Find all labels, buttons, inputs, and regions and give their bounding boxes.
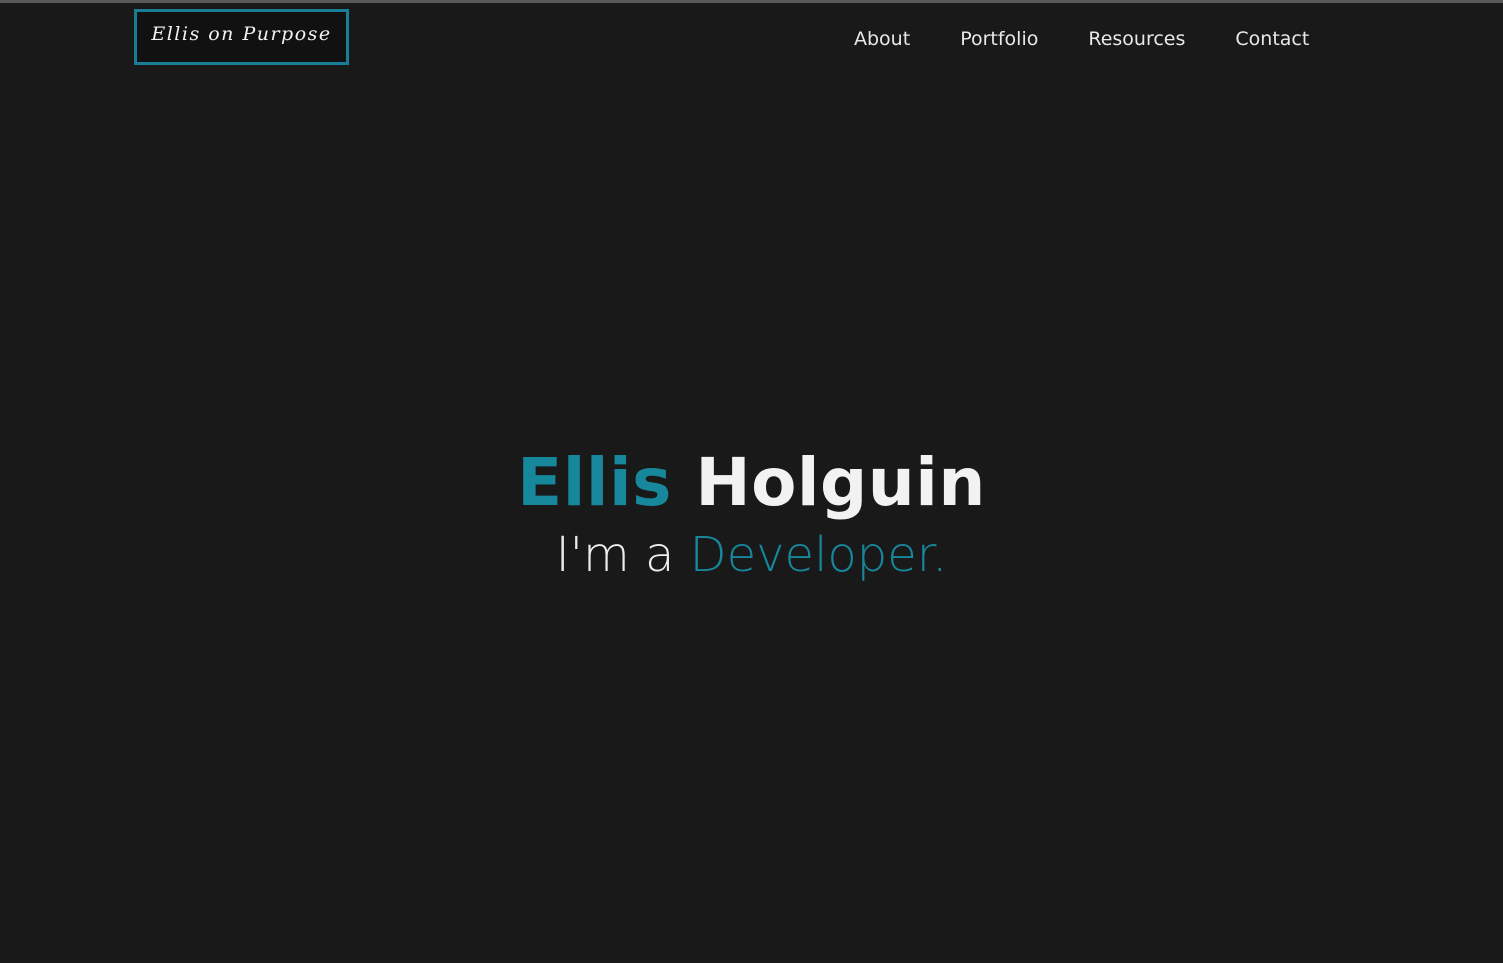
logo-text: Ellis on Purpose bbox=[151, 23, 332, 45]
hero-last-name: Holguin bbox=[695, 444, 986, 521]
navbar: Ellis on Purpose About Portfolio Resourc… bbox=[0, 3, 1503, 75]
nav-link-portfolio[interactable]: Portfolio bbox=[960, 27, 1038, 51]
hero-name: Ellis Holguin bbox=[0, 440, 1503, 526]
hero-tagline: I'm a Developer. bbox=[0, 524, 1503, 586]
nav-link-about[interactable]: About bbox=[854, 27, 910, 51]
nav-link-resources[interactable]: Resources bbox=[1088, 27, 1185, 51]
hero-first-name: Ellis bbox=[517, 444, 672, 521]
nav-link-contact[interactable]: Contact bbox=[1235, 27, 1309, 51]
site-logo[interactable]: Ellis on Purpose bbox=[134, 9, 349, 65]
main-nav: About Portfolio Resources Contact bbox=[854, 27, 1309, 51]
hero-section: Ellis Holguin I'm a Developer. bbox=[0, 440, 1503, 586]
tagline-prefix: I'm a bbox=[555, 527, 675, 583]
tagline-role: Developer. bbox=[689, 527, 948, 583]
